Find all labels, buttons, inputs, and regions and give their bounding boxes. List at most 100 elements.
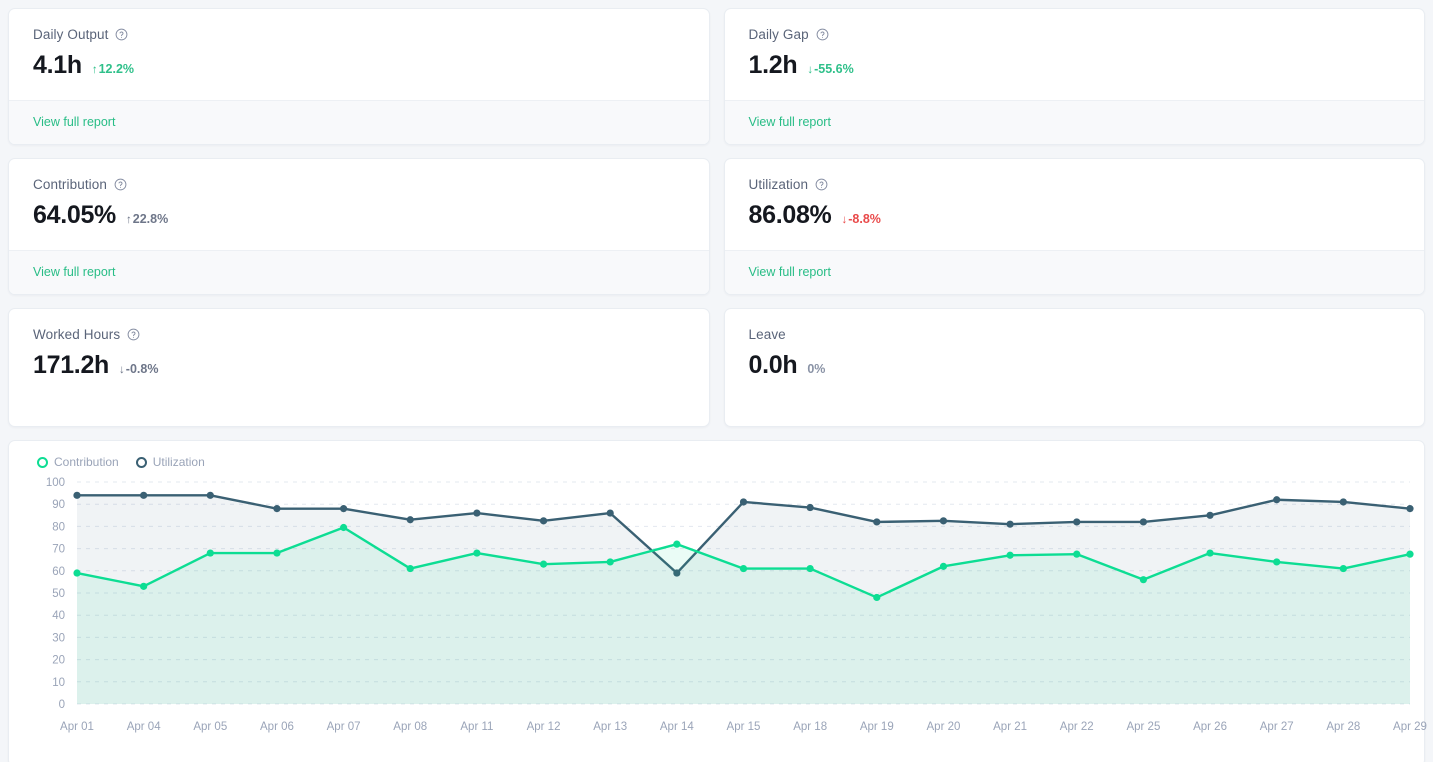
delta-arrow-icon: ↓: [841, 214, 848, 226]
trend-chart-card: Contribution Utilization 0 10 20 30 40 50 60 70…: [8, 440, 1427, 762]
metric-delta: ↑22.8%: [126, 212, 168, 226]
data-point-utilization[interactable]: Apr 19: 82: [873, 518, 881, 526]
legend-label: Contribution: [54, 455, 119, 469]
data-point-utilization[interactable]: Apr 25: 82: [1139, 518, 1147, 526]
y-axis-tick-label: 30: [52, 632, 65, 644]
data-point-utilization[interactable]: Apr 22: 82: [1073, 518, 1081, 526]
data-point-utilization[interactable]: Apr 07: 88: [340, 505, 348, 513]
help-circle-icon[interactable]: [815, 178, 828, 191]
help-circle-icon[interactable]: [115, 28, 128, 41]
x-axis-tick-label: Apr 22: [1060, 721, 1094, 733]
metric-value: 171.2h: [33, 351, 110, 379]
delta-arrow-icon: ↑: [91, 64, 98, 76]
metric-card-contribution[interactable]: Contribution 64.05% ↑22.8% View full rep…: [8, 158, 710, 295]
card-title: Contribution: [33, 177, 107, 192]
metric-card-daily-gap[interactable]: Daily Gap 1.2h ↓-55.6% View full report: [723, 8, 1425, 145]
data-point-contribution[interactable]: Apr 13: 64: [606, 558, 614, 566]
delta-value: 12.2%: [98, 62, 135, 76]
metric-row: 1.2h ↓-55.6%: [749, 51, 1401, 80]
chart-plot-area[interactable]: 0 10 20 30 40 50 60 70 80 90 100 Apr 01: 94 Apr 04: …: [21, 474, 1427, 746]
data-point-contribution[interactable]: Apr 29: 67.5: [1406, 550, 1414, 558]
data-point-utilization[interactable]: Apr 27: 92: [1273, 496, 1281, 504]
data-point-utilization[interactable]: Apr 28: 91: [1339, 498, 1347, 506]
data-point-utilization[interactable]: Apr 20: 82.5: [939, 517, 948, 525]
data-point-contribution[interactable]: Apr 27: 64: [1273, 558, 1281, 566]
data-point-utilization[interactable]: Apr 06: 88: [273, 505, 281, 513]
card-footer: View full report: [9, 250, 709, 294]
data-point-contribution[interactable]: Apr 19: 48: [873, 593, 881, 602]
data-point-utilization[interactable]: Apr 05: 94: [206, 491, 214, 499]
metrics-row-2: Contribution 64.05% ↑22.8% View full rep…: [8, 158, 1425, 295]
data-point-contribution[interactable]: Apr 25: 56: [1139, 576, 1147, 584]
data-point-utilization[interactable]: Apr 13: 86: [606, 509, 614, 517]
help-circle-icon[interactable]: [114, 178, 127, 191]
data-point-contribution[interactable]: Apr 26: 68: [1206, 549, 1214, 557]
help-circle-icon[interactable]: [816, 28, 829, 41]
x-axis-tick-label: Apr 25: [1126, 721, 1160, 733]
view-full-report-link[interactable]: View full report: [749, 265, 831, 279]
view-full-report-link[interactable]: View full report: [749, 115, 831, 129]
x-axis-tick-label: Apr 15: [727, 721, 761, 733]
data-point-contribution[interactable]: Apr 08: 61: [406, 564, 414, 573]
data-point-contribution[interactable]: Apr 04: 53: [140, 582, 148, 590]
x-axis-tick-label: Apr 01: [60, 721, 94, 733]
metric-row: 171.2h ↓-0.8%: [33, 351, 685, 380]
data-point-utilization[interactable]: Apr 15: 91: [739, 498, 748, 506]
data-point-utilization[interactable]: Apr 04: 94: [140, 491, 148, 499]
y-axis-tick-label: 70: [52, 544, 65, 556]
data-point-contribution[interactable]: Apr 07: 79.5: [340, 523, 348, 532]
metrics-row-1: Daily Output 4.1h ↑12.2% View full repor…: [8, 8, 1425, 145]
y-axis-tick-label: 80: [52, 521, 65, 533]
data-point-utilization[interactable]: Apr 29: 88: [1406, 505, 1414, 513]
data-point-contribution[interactable]: Apr 14: 72: [673, 540, 681, 548]
metric-card-utilization[interactable]: Utilization 86.08% ↓-8.8% View full repo…: [723, 158, 1425, 295]
x-axis-tick-label: Apr 06: [260, 721, 294, 733]
metric-value: 1.2h: [748, 51, 798, 79]
data-point-contribution[interactable]: Apr 01: 59: [73, 569, 81, 577]
data-point-contribution[interactable]: Apr 11: 68: [473, 549, 481, 557]
metric-delta: 0%: [807, 362, 826, 376]
view-full-report-link[interactable]: View full report: [33, 265, 115, 279]
data-point-utilization[interactable]: Apr 01: 94: [73, 491, 81, 499]
metric-card-worked-hours[interactable]: Worked Hours 171.2h ↓-0.8%: [8, 308, 710, 427]
dashboard-page: Daily Output 4.1h ↑12.2% View full repor…: [0, 0, 1433, 762]
x-axis-tick-label: Apr 18: [793, 721, 827, 733]
card-title-row: Daily Gap: [749, 27, 1401, 42]
data-point-contribution[interactable]: Apr 22: 67.5: [1073, 550, 1081, 558]
data-point-utilization[interactable]: Apr 08: 83: [406, 516, 414, 524]
metric-delta: ↓-8.8%: [842, 212, 881, 226]
data-point-utilization[interactable]: Apr 18: 88.5: [806, 503, 814, 512]
card-title-row: Daily Output: [33, 27, 685, 42]
x-axis-tick-label: Apr 19: [860, 721, 894, 733]
data-point-contribution[interactable]: Apr 15: 61: [739, 564, 748, 573]
y-axis-tick-label: 50: [52, 588, 65, 600]
line-chart-svg[interactable]: 0 10 20 30 40 50 60 70 80 90 100 Apr 01: 94 Apr 04: …: [21, 474, 1428, 746]
data-point-utilization[interactable]: Apr 12: 82.5: [539, 517, 548, 525]
data-point-utilization[interactable]: Apr 11: 86: [473, 509, 481, 517]
legend-item-utilization[interactable]: Utilization: [135, 455, 205, 469]
view-full-report-link[interactable]: View full report: [33, 115, 115, 129]
data-point-contribution[interactable]: Apr 05: 68: [206, 549, 214, 557]
card-body: Daily Output 4.1h ↑12.2%: [9, 9, 709, 100]
metric-delta: ↑12.2%: [92, 62, 134, 76]
data-point-contribution[interactable]: Apr 21: 67: [1006, 551, 1014, 559]
data-point-contribution[interactable]: Apr 12: 63: [539, 560, 548, 568]
data-point-utilization[interactable]: Apr 26: 85: [1206, 511, 1214, 519]
data-point-utilization[interactable]: Apr 21: 81: [1006, 520, 1014, 528]
card-footer: View full report: [724, 100, 1424, 144]
legend-marker-icon: [135, 456, 147, 468]
metric-value: 64.05%: [33, 201, 116, 229]
metric-card-daily-output[interactable]: Daily Output 4.1h ↑12.2% View full repor…: [8, 8, 710, 145]
data-point-contribution[interactable]: Apr 20: 62: [939, 562, 948, 570]
data-point-contribution[interactable]: Apr 18: 61: [806, 564, 814, 573]
card-title-row: Leave: [749, 327, 1401, 342]
legend-item-contribution[interactable]: Contribution: [37, 455, 119, 469]
data-point-contribution[interactable]: Apr 06: 68: [273, 549, 281, 557]
x-axis-tick-label: Apr 21: [993, 721, 1027, 733]
card-body: Daily Gap 1.2h ↓-55.6%: [725, 9, 1425, 100]
y-axis-tick-label: 0: [59, 699, 65, 711]
metric-card-leave[interactable]: Leave 0.0h 0%: [723, 308, 1425, 427]
x-axis-tick-label: Apr 29: [1393, 721, 1427, 733]
data-point-contribution[interactable]: Apr 28: 61: [1339, 564, 1347, 573]
help-circle-icon[interactable]: [127, 328, 140, 341]
